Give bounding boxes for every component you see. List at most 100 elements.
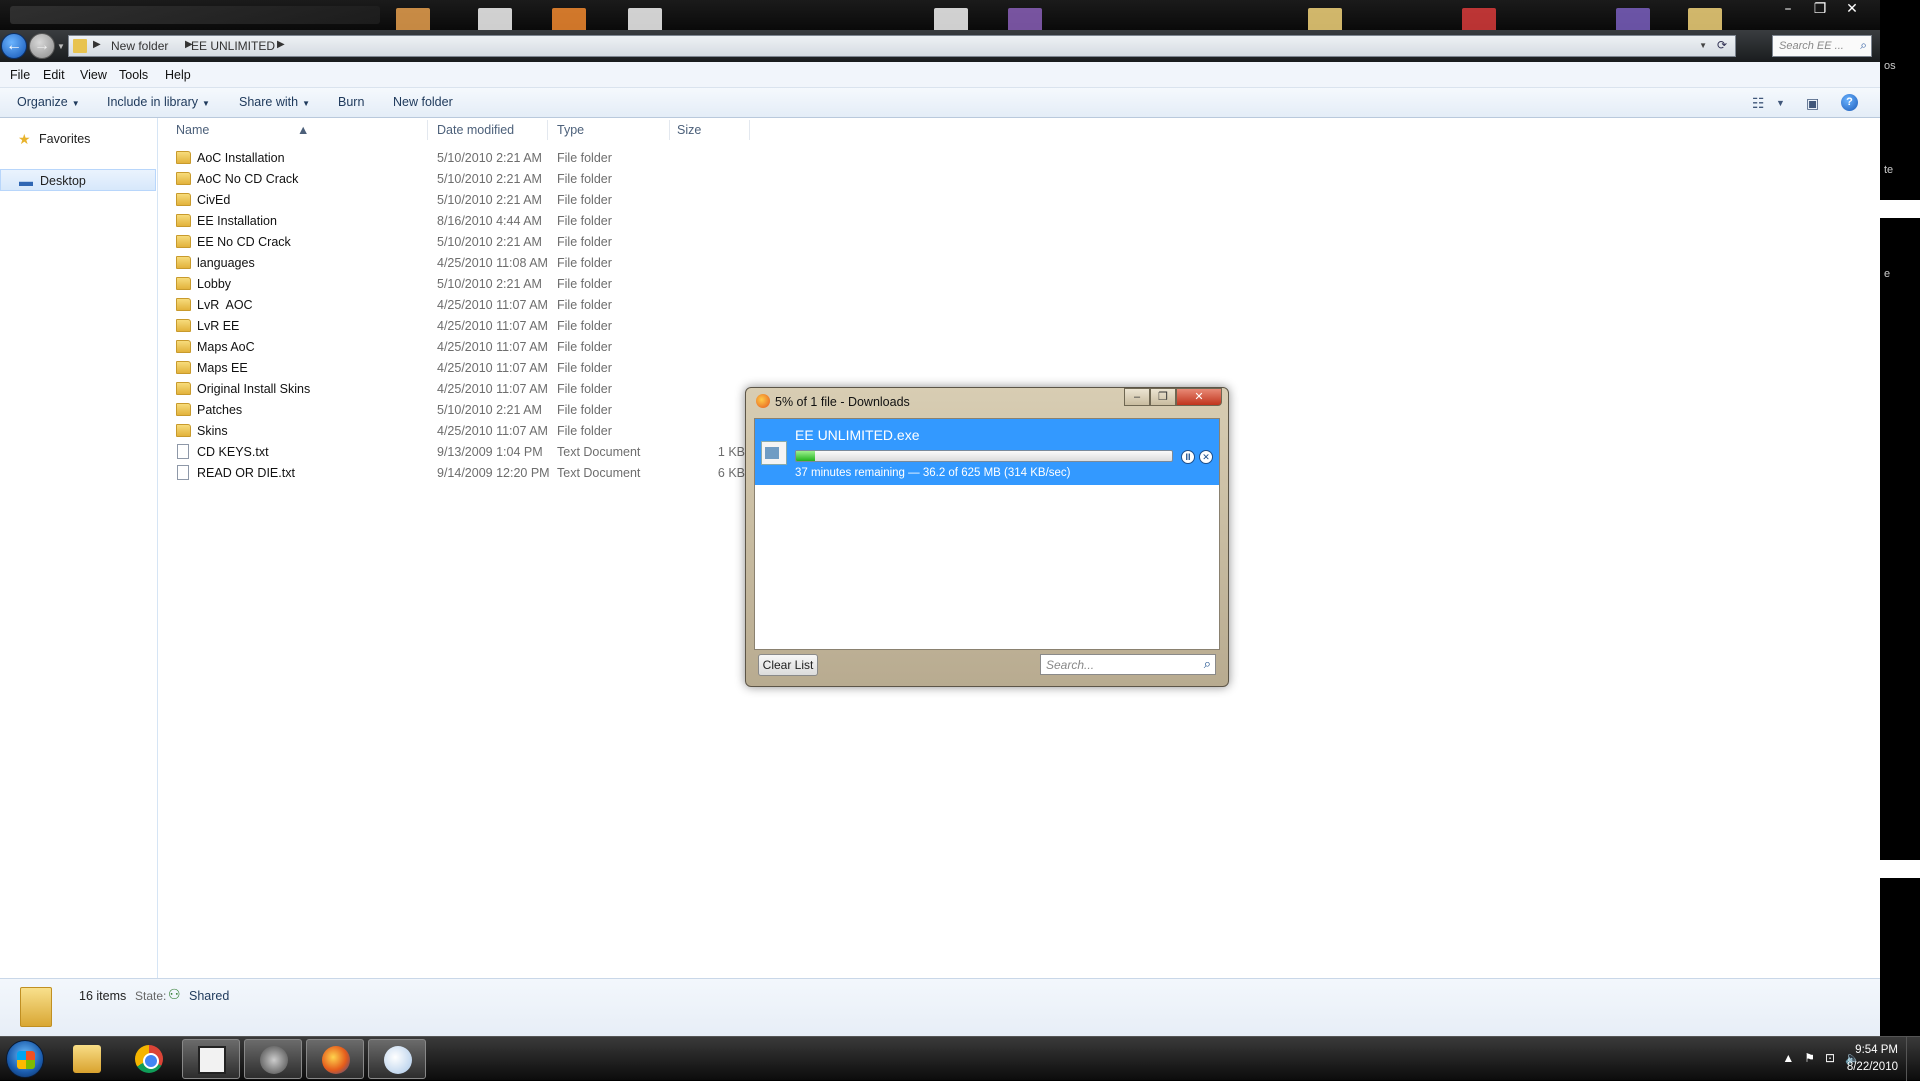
start-button[interactable] [6,1040,44,1078]
file-row[interactable]: EE No CD Crack 5/10/2010 2:21 AM File fold… [173,232,763,253]
burn-button[interactable]: Burn [338,95,364,109]
file-row[interactable]: AoC Installation 5/10/2010 2:21 AM File fo… [173,148,763,169]
close-button[interactable]: ✕ [1176,388,1222,406]
column-divider[interactable] [547,120,548,140]
column-name[interactable]: Name [176,123,209,137]
breadcrumb-new-folder[interactable]: New folder [111,39,168,53]
column-divider[interactable] [669,120,670,140]
taskbar-explorer[interactable] [58,1039,116,1079]
network-icon[interactable]: ⊡ [1825,1051,1835,1065]
file-name: CD KEYS.txt [197,445,269,459]
nav-favorites[interactable]: ★ Favorites [0,128,156,150]
view-options-icon[interactable]: ☷ [1752,95,1765,112]
chevron-right-icon[interactable]: ▶ [277,39,285,50]
close-button[interactable]: ✕ [1836,0,1868,20]
downloads-search-input[interactable]: Search... ⌕ [1040,654,1216,675]
file-row[interactable]: languages 4/25/2010 11:08 AM File folder [173,253,763,274]
sort-ascending-icon: ▲ [297,123,310,137]
breadcrumb-ee-unlimited[interactable]: EE UNLIMITED [191,39,275,53]
column-header: ▲ Name Date modified Type Size [159,118,750,142]
file-row[interactable]: Original Install Skins 4/25/2010 11:07 AM… [173,379,763,400]
taskbar-firefox[interactable] [306,1039,364,1079]
clock[interactable]: 9:54 PM 8/22/2010 [1847,1042,1898,1076]
file-date: 5/10/2010 2:21 AM [437,277,542,291]
search-input[interactable]: Search EE ... ⌕ [1772,35,1872,57]
new-folder-button[interactable]: New folder [393,95,453,109]
file-row[interactable]: READ OR DIE.txt 9/14/2009 12:20 PM Text Do… [173,463,763,484]
organize-button[interactable]: Organize ▼ [17,95,80,109]
menu-view[interactable]: View [80,68,107,82]
downloads-window[interactable]: 5% of 1 file - Downloads – ❐ ✕ EE UNLIMI… [745,387,1229,687]
file-row[interactable]: EE Installation 8/16/2010 4:44 AM File fol… [173,211,763,232]
firefox-icon [322,1046,350,1074]
file-row[interactable]: CD KEYS.txt 9/13/2009 1:04 PM Text Documen… [173,442,763,463]
column-date-modified[interactable]: Date modified [437,123,514,137]
file-row[interactable]: LvR EE 4/25/2010 11:07 AM File folder [173,316,763,337]
column-size[interactable]: Size [677,123,701,137]
file-type: File folder [557,151,612,165]
help-icon[interactable]: ? [1841,94,1858,111]
file-type: File folder [557,403,612,417]
pause-icon[interactable]: II [1181,450,1195,464]
maximize-button[interactable]: ❐ [1804,0,1836,20]
chevron-down-icon: ▼ [71,99,80,108]
menu-file[interactable]: File [10,68,30,82]
column-divider[interactable] [749,120,750,140]
file-name: CivEd [197,193,231,207]
file-row[interactable]: Lobby 5/10/2010 2:21 AM File folder [173,274,763,295]
file-row[interactable]: Maps AoC 4/25/2010 11:07 AM File folder [173,337,763,358]
chevron-right-icon[interactable]: ▶ [93,39,101,50]
include-in-library-button[interactable]: Include in library ▼ [107,95,210,109]
file-row[interactable]: CivEd 5/10/2010 2:21 AM File folder [173,190,763,211]
folder-icon [176,382,191,395]
download-item[interactable]: EE UNLIMITED.exe II ✕ 37 minutes remaini… [755,419,1219,485]
search-icon[interactable]: ⌕ [1860,38,1867,53]
preview-pane-icon[interactable]: ▣ [1806,95,1819,112]
flag-icon[interactable]: ⚑ [1804,1051,1815,1065]
cancel-icon[interactable]: ✕ [1199,450,1213,464]
column-divider[interactable] [427,120,428,140]
star-icon: ★ [18,131,31,147]
show-hidden-icons-icon[interactable]: ▲ [1782,1051,1794,1065]
clear-list-button[interactable]: Clear List [758,654,818,676]
column-type[interactable]: Type [557,123,584,137]
back-button[interactable]: ← [1,33,27,59]
folder-icon [176,193,191,206]
chevron-down-icon[interactable]: ▼ [1776,98,1785,108]
folder-icon [176,256,191,269]
app-icon [198,1046,226,1074]
forward-button[interactable]: → [29,33,55,59]
address-dropdown-icon[interactable]: ▼ [1699,41,1707,50]
minimize-button[interactable]: – [1772,0,1804,20]
refresh-icon[interactable]: ⟳ [1712,38,1732,54]
file-date: 4/25/2010 11:07 AM [437,319,548,333]
file-date: 9/13/2009 1:04 PM [437,445,543,459]
menu-tools[interactable]: Tools [119,68,148,82]
file-row[interactable]: Patches 5/10/2010 2:21 AM File folder [173,400,763,421]
address-bar[interactable]: ▶ New folder ▶ EE UNLIMITED ▶ ▼ ⟳ [68,35,1736,57]
download-status: 37 minutes remaining — 36.2 of 625 MB (3… [795,467,1071,479]
file-type: File folder [557,361,612,375]
maximize-button[interactable]: ❐ [1150,388,1176,406]
nav-desktop[interactable]: ▬ Desktop [0,169,156,191]
taskbar-app[interactable] [182,1039,240,1079]
title-bar[interactable]: – ❐ ✕ [0,0,1880,38]
file-row[interactable]: AoC No CD Crack 5/10/2010 2:21 AM File fol… [173,169,763,190]
search-icon[interactable]: ⌕ [1204,656,1211,672]
taskbar-steam[interactable] [244,1039,302,1079]
file-row[interactable]: LvR AOC 4/25/2010 11:07 AM File folder [173,295,763,316]
minimize-button[interactable]: – [1124,388,1150,406]
taskbar-paint[interactable] [368,1039,426,1079]
folder-icon [176,361,191,374]
menu-help[interactable]: Help [165,68,191,82]
taskbar-chrome[interactable] [120,1039,178,1079]
file-row[interactable]: Skins 4/25/2010 11:07 AM File folder [173,421,763,442]
share-with-button[interactable]: Share with ▼ [239,95,310,109]
menu-edit[interactable]: Edit [43,68,65,82]
show-desktop-button[interactable] [1906,1037,1920,1081]
recent-pages-dropdown[interactable]: ▼ [57,42,65,51]
file-name: AoC No CD Crack [197,172,299,186]
file-name: LvR AOC [197,298,253,312]
folder-icon [176,151,191,164]
file-row[interactable]: Maps EE 4/25/2010 11:07 AM File folder [173,358,763,379]
